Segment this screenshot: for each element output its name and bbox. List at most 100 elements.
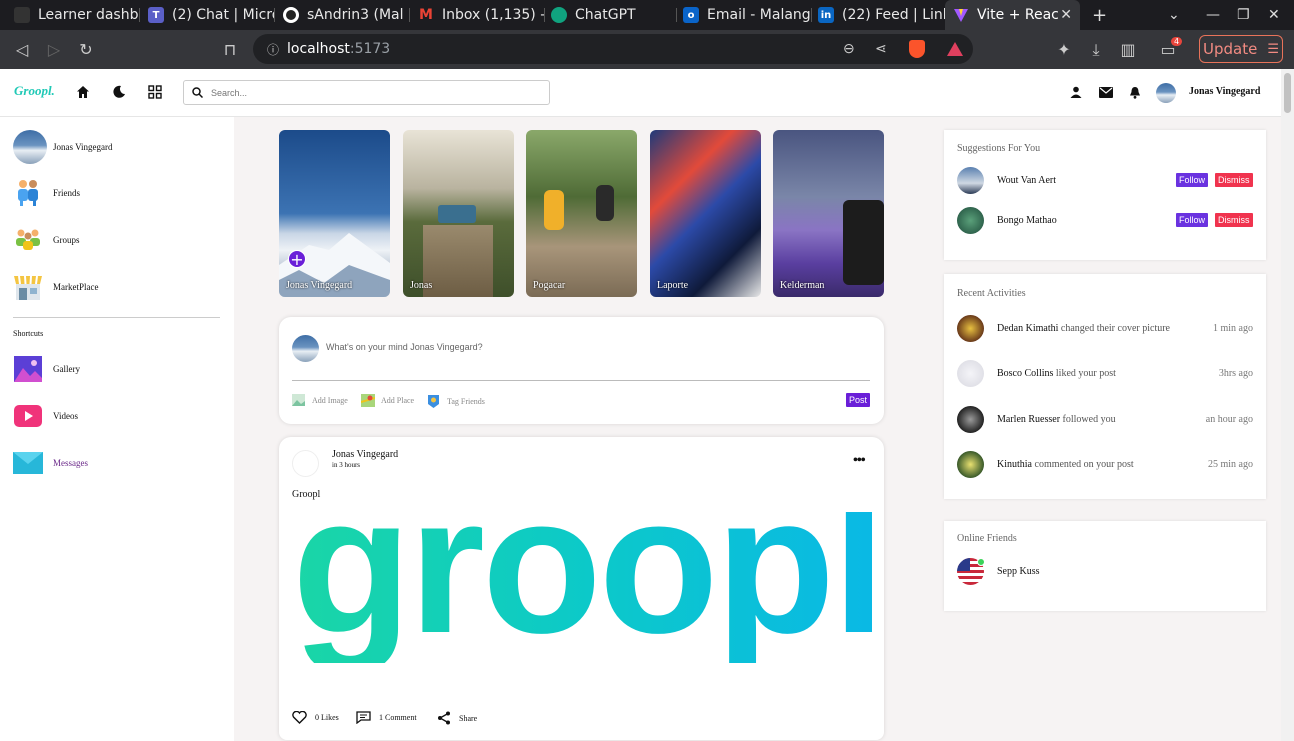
post-card: Jonas Vingegard in 3 hours ••• Groopl gr…: [279, 437, 884, 740]
composer-input[interactable]: What's on your mind Jonas Vingegard?: [326, 342, 483, 352]
suggestion-avatar[interactable]: [957, 167, 984, 194]
sidebar-item-gallery[interactable]: Gallery: [13, 354, 80, 384]
tab-search-chevron-icon[interactable]: ⌄: [1168, 0, 1180, 30]
story-card[interactable]: Kelderman: [773, 130, 884, 297]
composer-divider: [292, 380, 870, 381]
tag-friends-button[interactable]: Tag Friends: [427, 394, 485, 408]
address-bar[interactable]: ⓘ localhost:5173 ⊖ ⋖: [253, 34, 973, 64]
post-author-avatar[interactable]: [292, 450, 319, 477]
suggestion-row: Wout Van Aert Follow Dismiss: [957, 167, 1253, 194]
close-tab-icon[interactable]: ✕: [1060, 7, 1072, 23]
add-story-icon[interactable]: +: [288, 250, 306, 269]
share-icon[interactable]: ⋖: [875, 41, 887, 58]
dismiss-button[interactable]: Dismiss: [1215, 213, 1253, 227]
sidebar-item-friends[interactable]: Friends: [13, 178, 80, 208]
minimize-icon[interactable]: —: [1206, 0, 1220, 30]
activity-row[interactable]: Marlen Ruesser followed you an hour ago: [957, 405, 1253, 433]
scrollbar-thumb[interactable]: [1284, 73, 1291, 113]
downloads-icon[interactable]: ⤓: [1086, 30, 1106, 69]
post-image[interactable]: groopl: [292, 512, 872, 702]
suggestions-panel: Suggestions For You Wout Van Aert Follow…: [944, 130, 1266, 260]
story-card[interactable]: Laporte: [650, 130, 761, 297]
extensions-icon[interactable]: ✦: [1054, 30, 1074, 69]
follow-button[interactable]: Follow: [1176, 173, 1209, 187]
page-scrollbar[interactable]: [1281, 69, 1294, 741]
zoom-icon[interactable]: ⊖: [843, 41, 855, 58]
tag-friends-label: Tag Friends: [447, 396, 485, 406]
top-user-name[interactable]: Jonas Vingegard: [1189, 86, 1260, 97]
brave-shield-icon[interactable]: [909, 40, 925, 58]
close-window-icon[interactable]: ✕: [1268, 0, 1280, 30]
videos-icon: [13, 401, 43, 431]
new-tab-icon[interactable]: +: [1092, 0, 1107, 30]
dark-mode-icon[interactable]: [110, 83, 128, 101]
online-heading: Online Friends: [957, 533, 1017, 544]
post-options-icon[interactable]: •••: [853, 453, 866, 469]
brave-rewards-icon[interactable]: [947, 42, 963, 56]
menu-icon: ☰: [1267, 41, 1279, 57]
browser-tab[interactable]: ChatGPT: [545, 0, 677, 30]
activity-time: 25 min ago: [1208, 458, 1253, 470]
wallet-icon[interactable]: ▭ 4: [1156, 30, 1183, 69]
notifications-bell-icon[interactable]: [1126, 83, 1144, 101]
post-button[interactable]: Post: [846, 393, 871, 407]
maximize-icon[interactable]: ❐: [1237, 0, 1250, 30]
reload-icon[interactable]: ↻: [76, 30, 96, 69]
comments-count: 1 Comment: [379, 713, 417, 722]
sidebar-item-groups[interactable]: Groups: [13, 225, 80, 255]
sidebar-toggle-icon[interactable]: ▥: [1118, 30, 1138, 69]
apps-grid-icon[interactable]: [146, 83, 164, 101]
suggestion-name[interactable]: Wout Van Aert: [997, 175, 1056, 186]
story-card[interactable]: Pogacar: [526, 130, 637, 297]
post-author[interactable]: Jonas Vingegard: [332, 449, 398, 460]
sidebar-item-label: Videos: [53, 411, 78, 421]
comment-button[interactable]: 1 Comment: [356, 711, 417, 724]
sidebar-item-videos[interactable]: Videos: [13, 401, 78, 431]
like-button[interactable]: 0 Likes: [292, 711, 339, 724]
add-image-button[interactable]: Add Image: [292, 394, 348, 406]
back-icon[interactable]: ◁: [12, 30, 32, 69]
profile-icon[interactable]: [1067, 83, 1085, 101]
browser-tab-active[interactable]: Vite + Reac ✕: [945, 0, 1080, 30]
story-card[interactable]: + Jonas Vingegard: [279, 130, 390, 297]
suggestion-name[interactable]: Bongo Mathao: [997, 215, 1057, 226]
update-button[interactable]: Update ☰: [1199, 35, 1283, 63]
forward-icon[interactable]: ▷: [44, 30, 64, 69]
share-button[interactable]: Share: [437, 711, 477, 725]
sidebar-item-marketplace[interactable]: MarketPlace: [13, 272, 98, 302]
activity-row[interactable]: Dedan Kimathi changed their cover pictur…: [957, 314, 1253, 342]
logo[interactable]: Groopl.: [14, 83, 55, 99]
activity-user: Marlen Ruesser: [997, 413, 1061, 425]
dismiss-button[interactable]: Dismiss: [1215, 173, 1253, 187]
browser-tab[interactable]: sAndrin3 (Mal: [275, 0, 410, 30]
online-friend-row[interactable]: Sepp Kuss: [957, 558, 1253, 585]
browser-tab[interactable]: T (2) Chat | Micro: [140, 0, 275, 30]
activity-user: Bosco Collins: [997, 367, 1054, 379]
user-avatar[interactable]: [1156, 83, 1176, 103]
activity-row[interactable]: Kinuthia commented on your post 25 min a…: [957, 450, 1253, 478]
activity-row[interactable]: Bosco Collins liked your post 3hrs ago: [957, 359, 1253, 387]
share-icon: [438, 711, 450, 725]
home-icon[interactable]: [74, 83, 92, 101]
gmail-icon: M: [419, 7, 433, 23]
browser-tab[interactable]: o Email - Malang: [677, 0, 812, 30]
browser-tab[interactable]: Learner dashb: [0, 0, 140, 30]
search-input[interactable]: [211, 87, 531, 98]
bookmark-icon[interactable]: ⊓: [220, 30, 240, 69]
tab-title: Learner dashb: [38, 7, 139, 23]
mail-icon[interactable]: [1097, 83, 1115, 101]
likes-count: 0 Likes: [315, 713, 339, 722]
browser-tab[interactable]: in (22) Feed | Link: [812, 0, 945, 30]
image-icon: [292, 394, 305, 406]
follow-button[interactable]: Follow: [1176, 213, 1209, 227]
update-label: Update: [1203, 40, 1258, 58]
suggestion-avatar[interactable]: [957, 207, 984, 234]
browser-tab[interactable]: M Inbox (1,135) -: [410, 0, 545, 30]
sidebar-item-messages[interactable]: Messages: [13, 448, 88, 478]
story-card[interactable]: Jonas: [403, 130, 514, 297]
search-box[interactable]: [183, 80, 550, 105]
marketplace-icon: [13, 272, 43, 302]
site-info-icon[interactable]: ⓘ: [267, 41, 279, 58]
sidebar-item-profile[interactable]: Jonas Vingegard: [13, 130, 113, 164]
add-place-button[interactable]: Add Place: [361, 394, 414, 407]
